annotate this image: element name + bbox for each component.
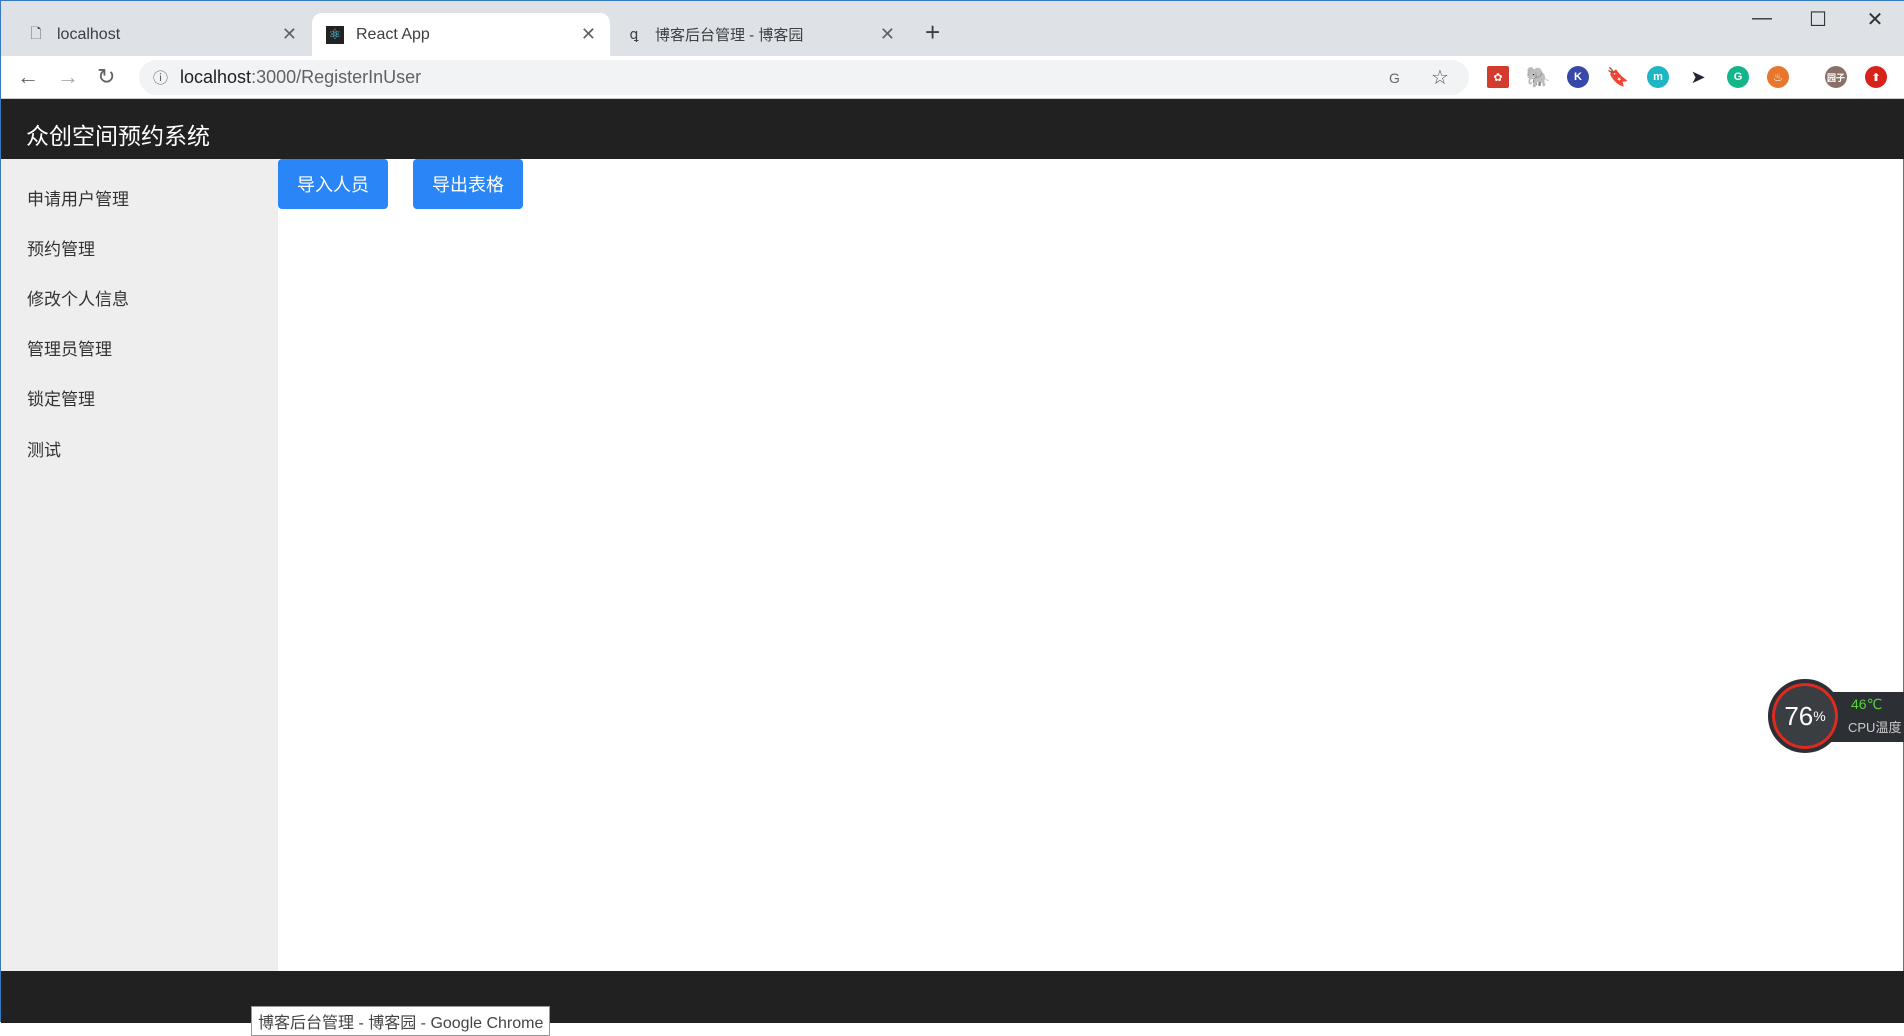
- taskbar-tooltip: 博客后台管理 - 博客园 - Google Chrome: [251, 1006, 551, 1036]
- profile-avatar[interactable]: 园子: [1825, 66, 1847, 88]
- star-icon[interactable]: ☆: [1431, 65, 1449, 90]
- close-icon[interactable]: ✕: [581, 24, 596, 45]
- sidebar-item-reservations[interactable]: 预约管理: [27, 235, 95, 260]
- cpu-temp-label: CPU温度: [1848, 720, 1902, 735]
- address-bar[interactable]: ⓘ localhost:3000/RegisterInUser G ☆: [139, 60, 1469, 95]
- sidebar-item-profile[interactable]: 修改个人信息: [27, 285, 129, 310]
- google-translate-icon[interactable]: G: [1389, 70, 1400, 86]
- url-host: localhost: [180, 67, 252, 87]
- app-title: 众创空间预约系统: [26, 123, 210, 149]
- sidebar-item-test[interactable]: 测试: [27, 436, 61, 461]
- app-header: 众创空间预约系统: [1, 99, 1904, 159]
- info-icon: ⓘ: [153, 70, 169, 87]
- cpu-usage-gauge: 76%: [1768, 679, 1842, 753]
- cpu-usage-unit: %: [1813, 708, 1826, 724]
- bookmark-icon[interactable]: 🔖: [1607, 66, 1629, 88]
- url-path: :3000/RegisterInUser: [251, 67, 422, 87]
- export-table-button[interactable]: 导出表格: [413, 159, 523, 209]
- tab-title: 博客后台管理 - 博客园: [655, 27, 804, 44]
- maximize-button[interactable]: ☐: [1798, 7, 1838, 32]
- sidebar-item-lock[interactable]: 锁定管理: [27, 385, 95, 410]
- tab-title: React App: [356, 25, 430, 43]
- minimize-button[interactable]: —: [1742, 7, 1782, 30]
- baidu-icon[interactable]: ✿: [1487, 66, 1509, 88]
- tab-strip: 🗋 localhost ✕ ⚛ React App ✕ ꝗ 博客后台管理 - 博…: [1, 1, 1904, 56]
- cnblogs-icon: ꝗ: [629, 26, 639, 42]
- import-people-button[interactable]: 导入人员: [278, 159, 388, 209]
- tab-cnblogs[interactable]: ꝗ 博客后台管理 - 博客园 ✕: [611, 13, 909, 56]
- close-window-button[interactable]: ✕: [1855, 7, 1895, 32]
- back-button[interactable]: ←: [17, 64, 39, 90]
- sidebar-item-admins[interactable]: 管理员管理: [27, 335, 112, 360]
- cursor-icon[interactable]: ➤: [1687, 66, 1709, 88]
- close-icon[interactable]: ✕: [282, 24, 297, 45]
- cpu-usage: 76: [1784, 700, 1814, 731]
- reload-button[interactable]: ↻: [97, 64, 115, 90]
- sidebar: 申请用户管理 预约管理 修改个人信息 管理员管理 锁定管理 测试: [1, 159, 278, 971]
- m-icon[interactable]: m: [1647, 66, 1669, 88]
- tab-localhost[interactable]: 🗋 localhost ✕: [13, 13, 311, 56]
- tab-title: localhost: [57, 25, 121, 43]
- fire-icon[interactable]: ♨: [1767, 66, 1789, 88]
- close-icon[interactable]: ✕: [880, 24, 895, 45]
- browser-toolbar: ← → ↻ ⓘ localhost:3000/RegisterInUser G …: [1, 56, 1904, 99]
- file-icon: 🗋: [30, 24, 42, 41]
- sidebar-item-apply-users[interactable]: 申请用户管理: [27, 185, 129, 210]
- new-tab-button[interactable]: +: [925, 17, 940, 48]
- cpu-temp: 46℃: [1851, 696, 1883, 712]
- tab-react-app[interactable]: ⚛ React App ✕: [312, 13, 610, 56]
- evernote-icon[interactable]: 🐘: [1526, 66, 1551, 89]
- grammarly-icon[interactable]: G: [1727, 66, 1749, 88]
- upload-icon[interactable]: ⬆: [1865, 66, 1887, 88]
- forward-button[interactable]: →: [57, 64, 79, 90]
- k-icon[interactable]: K: [1567, 66, 1589, 88]
- react-icon: ⚛: [326, 25, 344, 44]
